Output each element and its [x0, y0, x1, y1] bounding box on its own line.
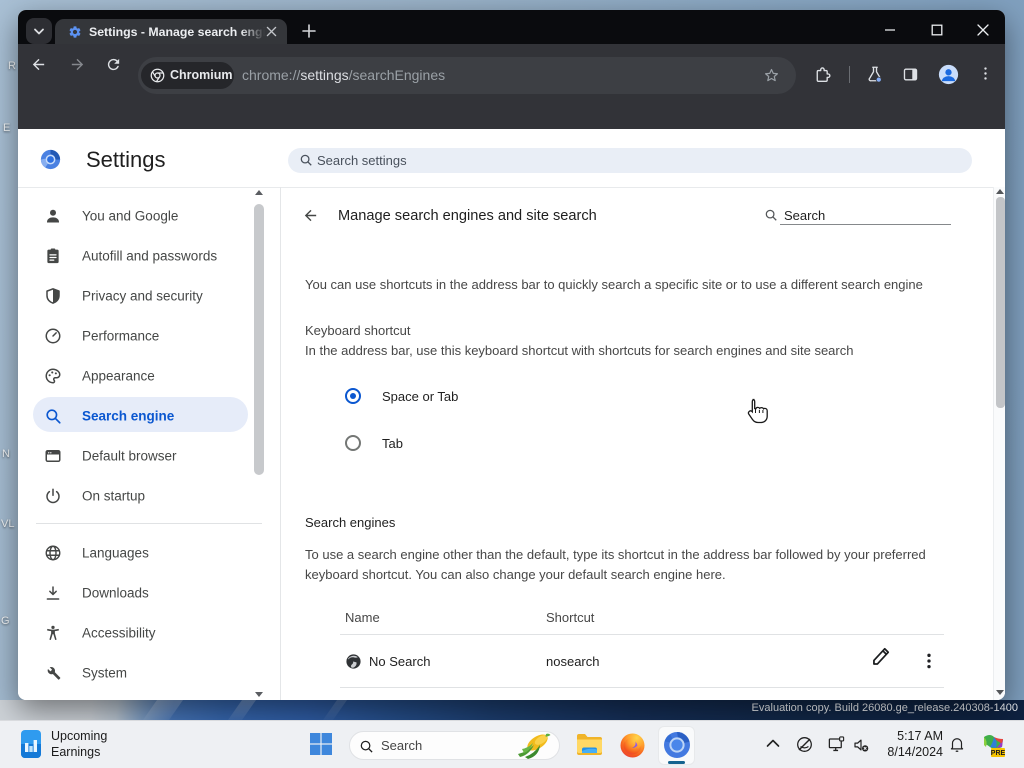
svg-text:PRE: PRE	[991, 750, 1005, 757]
